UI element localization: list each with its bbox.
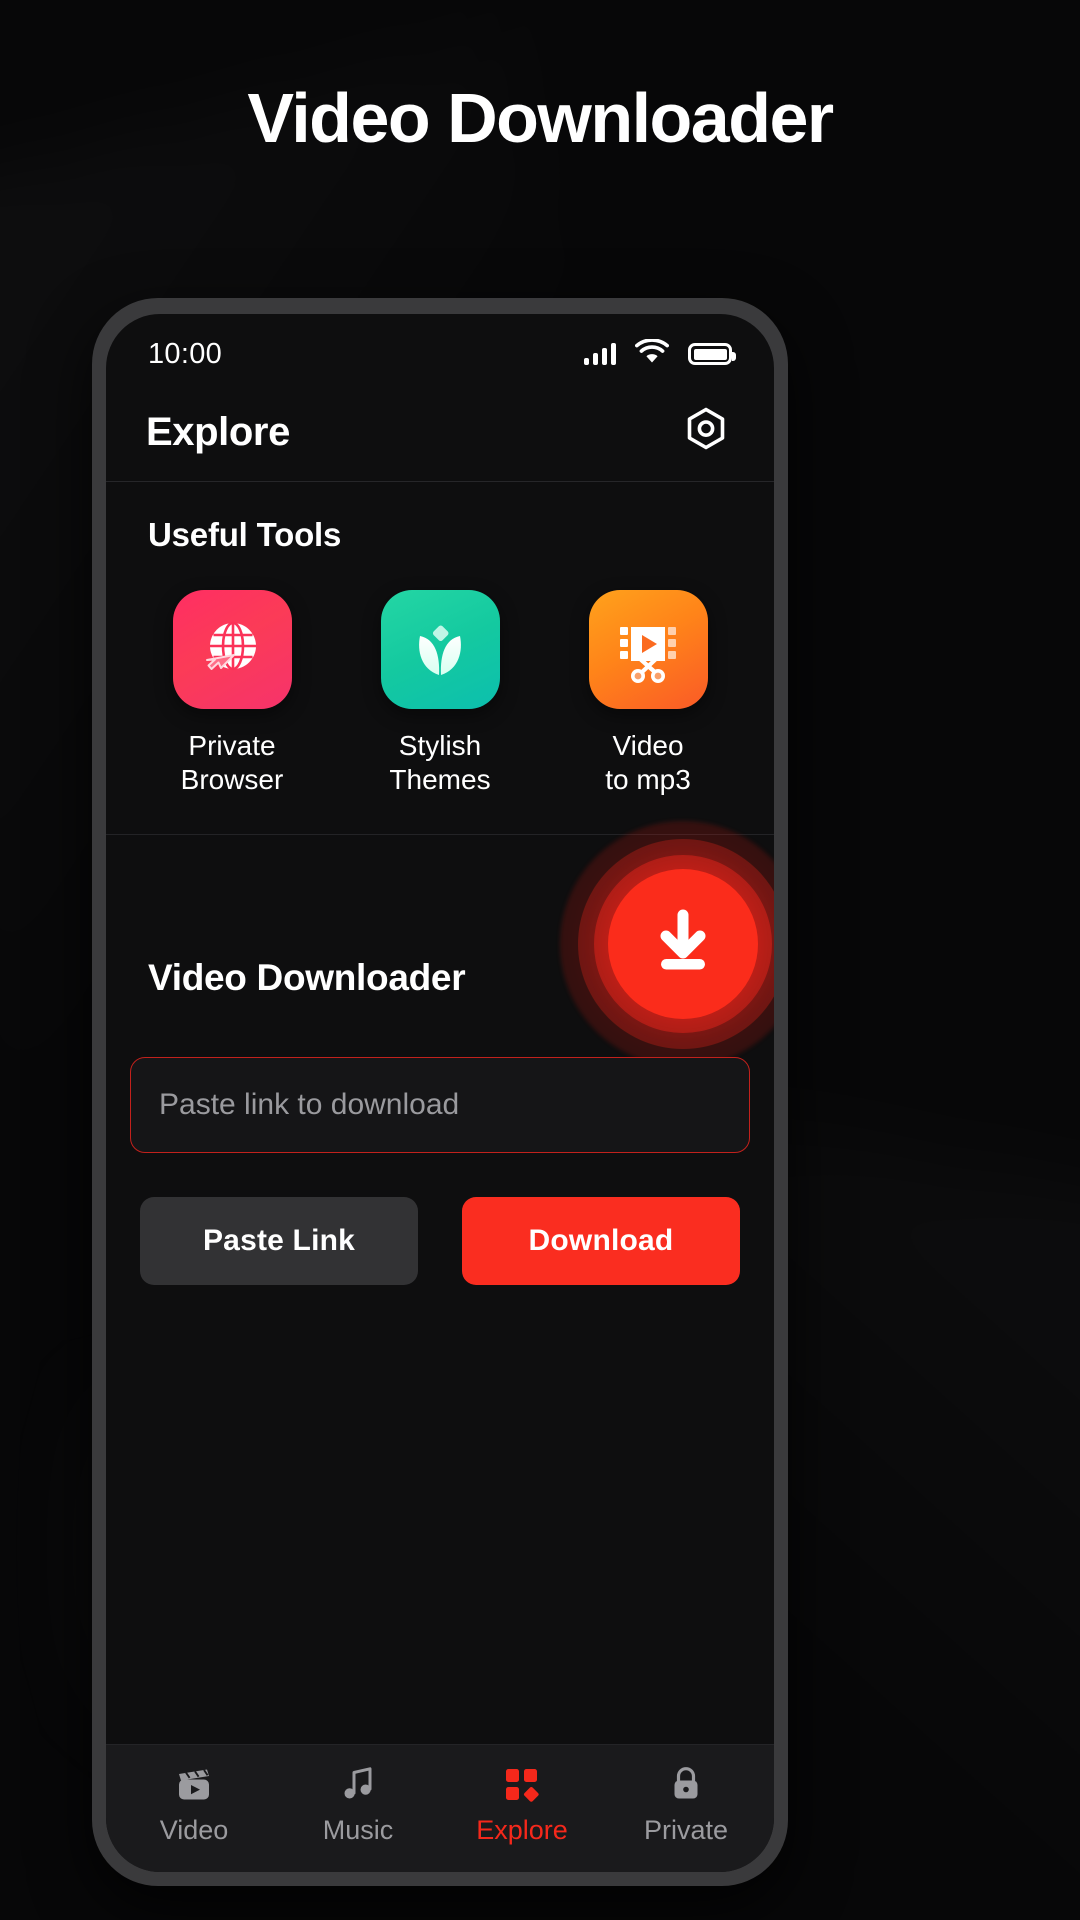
tools-row: Private Browser Stylish Themes Video to …	[106, 590, 774, 798]
phone-mockup-frame: 10:00 Explore Useful Tools Private Brows…	[92, 298, 788, 1886]
nav-label: Music	[322, 1814, 394, 1845]
video-clapper-icon	[174, 1764, 214, 1804]
grid-diamond-icon	[502, 1764, 542, 1804]
tool-label: Private Browser	[180, 730, 284, 796]
tool-item-video-to-mp3[interactable]: Video to mp3	[563, 590, 733, 798]
flower-petals-icon	[380, 590, 500, 709]
page-title: Video Downloader	[247, 79, 834, 157]
settings-button[interactable]	[678, 405, 734, 461]
nav-label: Explore	[476, 1814, 568, 1845]
download-fab-button[interactable]	[608, 868, 758, 1019]
phone-screen: 10:00 Explore Useful Tools Private Brows…	[106, 314, 774, 1872]
paste-link-button[interactable]: Paste Link	[140, 1196, 418, 1285]
film-scissors-icon	[588, 590, 708, 709]
music-note-icon	[340, 1764, 376, 1804]
app-bar: Explore	[106, 384, 774, 482]
battery-full-icon	[688, 343, 736, 365]
lock-icon	[668, 1764, 704, 1804]
tool-label: Stylish Themes	[389, 730, 491, 796]
nav-label: Video	[159, 1814, 229, 1845]
downloader-button-row: Paste Link Download	[140, 1196, 740, 1285]
downloader-title: Video Downloader	[148, 956, 466, 998]
link-input-placeholder: Paste link to download	[159, 1087, 460, 1121]
download-fab-container	[554, 815, 774, 1073]
nav-item-music[interactable]: Music	[276, 1764, 440, 1846]
link-input[interactable]: Paste link to download	[130, 1056, 750, 1153]
nav-label: Private	[643, 1814, 729, 1845]
tool-item-private-browser[interactable]: Private Browser	[147, 590, 317, 798]
status-bar: 10:00	[106, 314, 774, 384]
globe-cursor-icon	[172, 590, 292, 709]
appbar-title: Explore	[146, 410, 290, 454]
video-downloader-section: Video Downloader Paste link to download …	[106, 820, 774, 1744]
nav-item-explore[interactable]: Explore	[440, 1764, 604, 1846]
hex-gear-icon	[680, 404, 732, 461]
cellular-signal-icon	[583, 343, 616, 365]
wifi-icon	[635, 337, 669, 370]
bottom-navigation: Video Music Explore Private	[106, 1744, 774, 1872]
tool-label: Video to mp3	[605, 730, 691, 796]
status-time: 10:00	[148, 337, 223, 370]
nav-item-private[interactable]: Private	[604, 1764, 768, 1846]
nav-item-video[interactable]: Video	[112, 1764, 276, 1846]
useful-tools-section: Useful Tools Private Browser Stylish The…	[106, 482, 774, 835]
section-title-useful-tools: Useful Tools	[148, 516, 342, 553]
status-icons	[583, 337, 736, 370]
download-button[interactable]: Download	[462, 1196, 740, 1285]
download-arrow-icon	[644, 902, 722, 985]
tool-item-stylish-themes[interactable]: Stylish Themes	[355, 590, 525, 798]
